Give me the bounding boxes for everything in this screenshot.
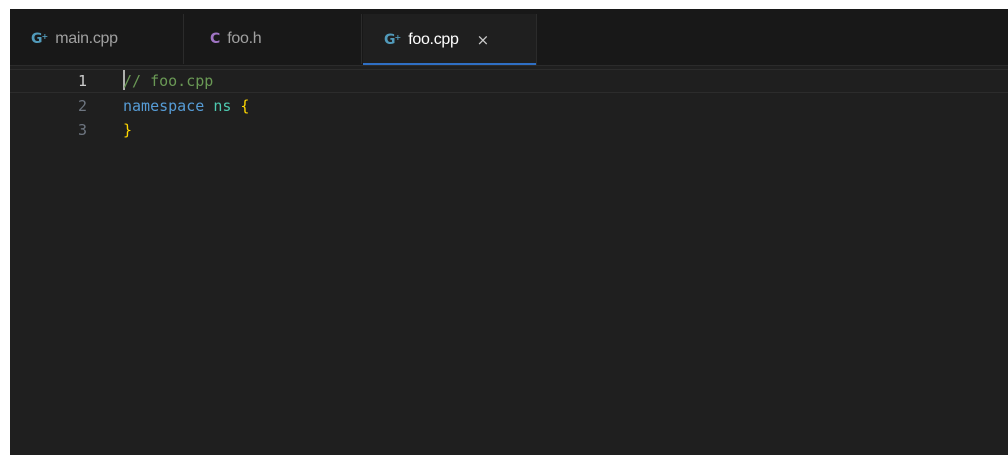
c-header-file-icon: C [210, 31, 221, 47]
editor-window: G+ main.cpp C foo.h G+ foo.cpp × 1 // fo… [10, 9, 1008, 455]
code-text: } [123, 118, 132, 142]
tab-foo-cpp[interactable]: G+ foo.cpp × [363, 14, 537, 65]
brace-token: } [123, 121, 133, 139]
tab-foo-h[interactable]: C foo.h [185, 14, 362, 64]
code-text: // foo.cpp [123, 70, 213, 92]
code-text: namespace ns { [123, 94, 249, 118]
active-tab-indicator [363, 63, 536, 65]
tab-main-cpp[interactable]: G+ main.cpp [10, 14, 184, 64]
tab-label: foo.h [227, 30, 262, 47]
line-number: 3 [77, 121, 87, 139]
keyword-token: namespace [123, 97, 205, 115]
cpp-file-icon: G+ [31, 31, 49, 47]
tab-label: main.cpp [55, 30, 118, 47]
namespace-name-token: ns [213, 97, 232, 115]
tab-bar: G+ main.cpp C foo.h G+ foo.cpp × [10, 9, 1008, 66]
line-number: 2 [77, 97, 87, 115]
close-icon[interactable]: × [477, 31, 490, 49]
tab-label: foo.cpp [408, 30, 459, 48]
code-line: 1 // foo.cpp [10, 69, 1008, 93]
code-line: 3 } [10, 118, 1008, 142]
line-number: 1 [77, 72, 87, 90]
comment-token: // foo.cpp [123, 72, 214, 90]
code-line: 2 namespace ns { [10, 94, 1008, 118]
cpp-file-icon: G+ [384, 31, 402, 48]
code-editor[interactable]: 1 // foo.cpp 2 namespace ns { 3 } [10, 66, 1008, 455]
brace-token: { [240, 97, 250, 115]
